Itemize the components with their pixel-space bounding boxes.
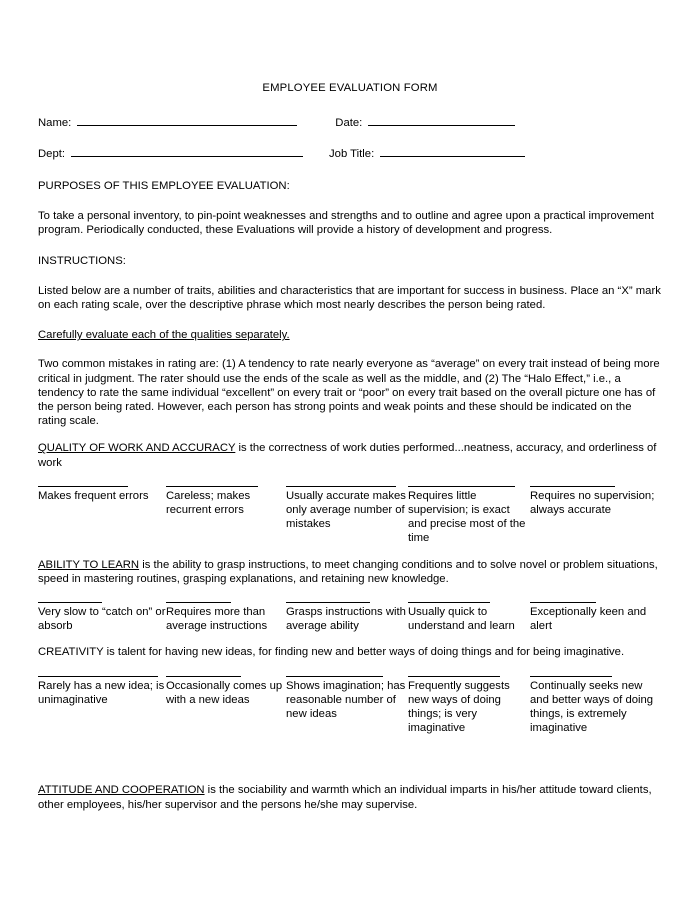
- rating-option[interactable]: Shows imagination; has reasonable number…: [286, 675, 408, 736]
- rating-option-label: Requires no supervision; always accurate: [530, 489, 655, 517]
- dept-jobtitle-row: Dept: Job Title:: [38, 145, 662, 161]
- name-label: Name:: [38, 117, 72, 129]
- rating-mark-line[interactable]: [38, 602, 102, 604]
- purposes-heading: PURPOSES OF THIS EMPLOYEE EVALUATION:: [38, 180, 290, 192]
- trait-ability-to-learn-description: ABILITY TO LEARN is the ability to grasp…: [38, 558, 662, 586]
- rating-option[interactable]: Rarely has a new idea; is unimaginative: [38, 675, 166, 736]
- rating-option-label: Grasps instructions with average ability: [286, 606, 406, 633]
- dept-label: Dept:: [38, 148, 66, 160]
- page-title: EMPLOYEE EVALUATION FORM: [262, 82, 438, 94]
- document-page: EMPLOYEE EVALUATION FORM Name: Date: Dep…: [0, 0, 696, 900]
- rating-mark-line[interactable]: [408, 675, 500, 677]
- trait-creativity-description: CREATIVITY is talent for having new idea…: [38, 645, 662, 659]
- rating-option-label: Careless; makes recurrent errors: [166, 489, 251, 517]
- rating-option[interactable]: Occasionally comes up with a new ideas: [166, 675, 286, 736]
- rating-option[interactable]: Makes frequent errors: [38, 485, 166, 546]
- rating-option[interactable]: Grasps instructions with average ability: [286, 602, 408, 633]
- rating-scale-ability-to-learn: Very slow to “catch on” or absorb Requir…: [38, 602, 662, 633]
- rating-option-label: Usually accurate makes only average numb…: [286, 489, 406, 531]
- rating-option-label: Usually quick to understand and learn: [408, 606, 515, 633]
- purposes-body: To take a personal inventory, to pin-poi…: [38, 210, 654, 237]
- trait-quality-of-work-and-accuracy-description: QUALITY OF WORK AND ACCURACY is the corr…: [38, 441, 662, 469]
- rating-option[interactable]: Careless; makes recurrent errors: [166, 485, 286, 546]
- trait-quality-of-work-and-accuracy-title: QUALITY OF WORK AND ACCURACY: [38, 442, 236, 455]
- rating-mark-line[interactable]: [38, 485, 128, 487]
- rating-mark-line[interactable]: [530, 675, 612, 677]
- rating-option-label: Shows imagination; has reasonable number…: [286, 679, 406, 721]
- instructions-emphasis: Carefully evaluate each of the qualities…: [38, 329, 290, 342]
- rating-option[interactable]: Usually quick to understand and learn: [408, 602, 530, 633]
- jobtitle-field-group: Job Title:: [329, 145, 526, 161]
- job-title-input[interactable]: [380, 145, 526, 157]
- dept-field-group: Dept:: [38, 145, 304, 161]
- document-body: EMPLOYEE EVALUATION FORM Name: Date: Dep…: [38, 0, 662, 812]
- rating-option[interactable]: Continually seeks new and better ways of…: [530, 675, 662, 736]
- rating-mark-line[interactable]: [286, 675, 383, 677]
- rating-mark-line[interactable]: [38, 675, 158, 677]
- date-field-group: Date:: [335, 114, 516, 130]
- rating-option[interactable]: Requires no supervision; always accurate: [530, 485, 662, 546]
- rating-option-label: Exceptionally keen and alert: [530, 606, 647, 633]
- rating-option[interactable]: Requires more than average instructions: [166, 602, 286, 633]
- date-label: Date:: [335, 117, 363, 129]
- rating-option[interactable]: Requires little supervision; is exact an…: [408, 485, 530, 546]
- rating-mark-line[interactable]: [286, 485, 396, 487]
- rating-option-label: Frequently suggests new ways of doing th…: [408, 679, 510, 735]
- rating-option-label: Requires little supervision; is exact an…: [408, 489, 526, 545]
- rating-option[interactable]: Very slow to “catch on” or absorb: [38, 602, 166, 633]
- name-date-row: Name: Date:: [38, 114, 662, 130]
- trait-ability-to-learn-title: ABILITY TO LEARN: [38, 558, 140, 571]
- trait-creativity-text: is talent for having new ideas, for find…: [103, 646, 625, 659]
- instructions-body: Listed below are a number of traits, abi…: [38, 284, 661, 312]
- instructions-heading: INSTRUCTIONS:: [38, 254, 126, 267]
- rating-option[interactable]: Exceptionally keen and alert: [530, 602, 662, 633]
- rating-mark-line[interactable]: [408, 602, 490, 604]
- rating-option-label: Rarely has a new idea; is unimaginative: [38, 679, 165, 706]
- dept-input[interactable]: [71, 145, 304, 157]
- rating-mark-line[interactable]: [166, 675, 241, 677]
- rating-mark-line[interactable]: [530, 485, 615, 487]
- date-input[interactable]: [368, 114, 516, 126]
- name-field-group: Name:: [38, 114, 298, 130]
- rating-option-label: Makes frequent errors: [38, 489, 149, 502]
- rating-mark-line[interactable]: [530, 602, 596, 604]
- trait-attitude-and-cooperation-description: ATTITUDE AND COOPERATION is the sociabil…: [38, 783, 662, 811]
- rating-mark-line[interactable]: [408, 485, 515, 487]
- rating-option-label: Very slow to “catch on” or absorb: [38, 606, 166, 633]
- rating-mark-line[interactable]: [166, 485, 258, 487]
- trait-attitude-and-cooperation-title: ATTITUDE AND COOPERATION: [38, 784, 205, 797]
- rating-option-label: Requires more than average instructions: [166, 606, 268, 633]
- rating-option[interactable]: Usually accurate makes only average numb…: [286, 485, 408, 546]
- rating-scale-quality-of-work-and-accuracy: Makes frequent errors Careless; makes re…: [38, 485, 662, 546]
- instructions-mistakes: Two common mistakes in rating are: (1) A…: [38, 358, 660, 428]
- job-title-label: Job Title:: [329, 148, 375, 160]
- rating-option-label: Continually seeks new and better ways of…: [530, 679, 654, 735]
- rating-option[interactable]: Frequently suggests new ways of doing th…: [408, 675, 530, 736]
- name-input[interactable]: [77, 114, 298, 126]
- rating-scale-creativity: Rarely has a new idea; is unimaginative …: [38, 675, 662, 736]
- trait-creativity-title: CREATIVITY: [38, 646, 104, 659]
- rating-option-label: Occasionally comes up with a new ideas: [166, 679, 283, 706]
- rating-mark-line[interactable]: [286, 602, 370, 604]
- rating-mark-line[interactable]: [166, 602, 231, 604]
